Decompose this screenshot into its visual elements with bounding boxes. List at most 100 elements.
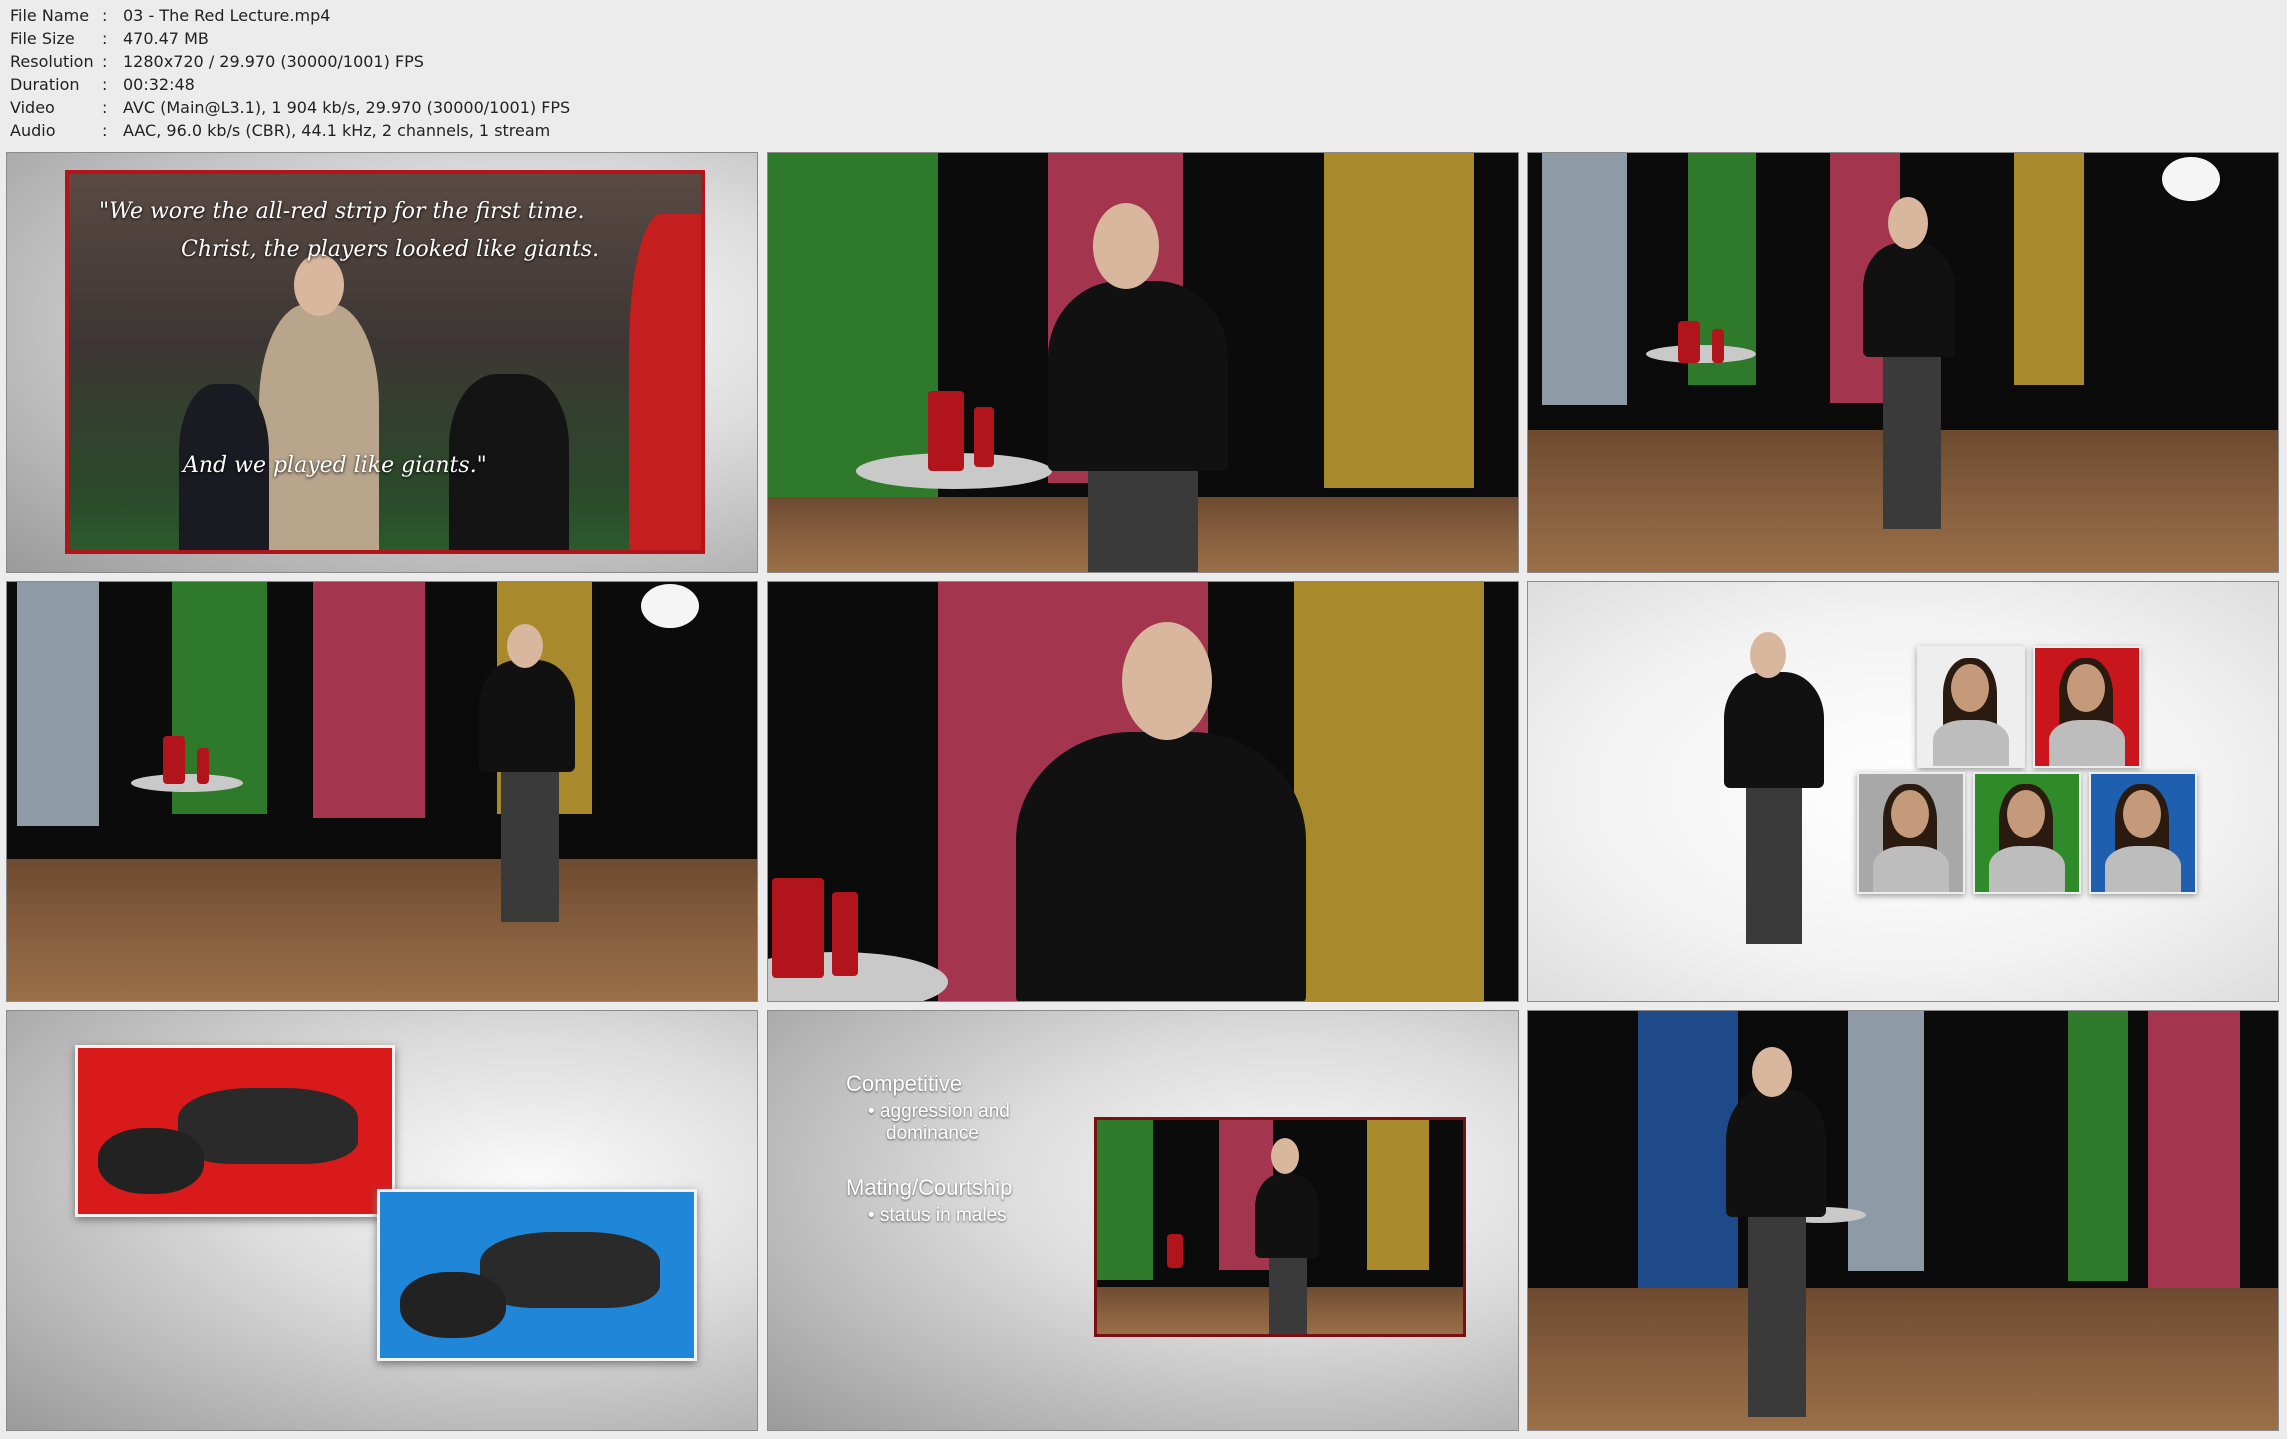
file-name-label: File Name <box>10 6 90 25</box>
duration-label: Duration <box>10 75 80 94</box>
speaker-torso <box>1016 732 1306 1001</box>
woman-photo-green <box>1973 772 2081 894</box>
separator: : <box>102 98 108 117</box>
console-body <box>480 1232 660 1308</box>
heading-mating: Mating/Courtship <box>846 1175 1013 1200</box>
thumbnail-9[interactable] <box>1527 1010 2279 1431</box>
file-info-block: File Name:03 - The Red Lecture.mp4 File … <box>10 4 570 142</box>
audio-label: Audio <box>10 121 56 140</box>
resolution-value: 1280x720 / 29.970 (30000/1001) FPS <box>123 52 424 71</box>
heading-competitive: Competitive <box>846 1071 963 1096</box>
resolution-row: Resolution:1280x720 / 29.970 (30000/1001… <box>10 50 570 73</box>
gold-panel <box>1367 1120 1429 1270</box>
gamepad <box>400 1272 506 1338</box>
speaker-torso <box>1048 281 1228 471</box>
side-table <box>1646 345 1756 363</box>
audio-row: Audio: AAC, 96.0 kb/s (CBR), 44.1 kHz, 2 … <box>10 119 570 142</box>
stage-floor <box>1528 1287 2278 1430</box>
speaker-torso <box>1724 672 1824 788</box>
red-vase <box>163 736 185 784</box>
duration-value: 00:32:48 <box>123 75 195 94</box>
green-panel <box>2068 1011 2128 1281</box>
thumbnail-8[interactable]: Competitive • aggression and dominance M… <box>767 1010 1519 1431</box>
speaker-torso <box>1863 243 1955 357</box>
manager-figure <box>259 304 379 550</box>
speaker-legs <box>1746 788 1802 944</box>
speaker-torso <box>479 660 575 772</box>
file-name-value: 03 - The Red Lecture.mp4 <box>123 6 331 25</box>
bullet-aggression-cont: dominance <box>886 1123 979 1144</box>
red-bottle <box>974 407 994 467</box>
speaker-head <box>1093 203 1159 289</box>
audio-value: AAC, 96.0 kb/s (CBR), 44.1 kHz, 2 channe… <box>123 121 551 140</box>
speaker-legs <box>1088 471 1198 572</box>
file-size-row: File Size:470.47 MB <box>10 27 570 50</box>
photo-frame <box>65 170 705 554</box>
thumbnail-1[interactable]: "We wore the all-red strip for the first… <box>6 152 758 573</box>
woman-photo-blue <box>2089 772 2197 894</box>
video-row: Video: AVC (Main@L3.1), 1 904 kb/s, 29.97… <box>10 96 570 119</box>
speaker-legs <box>1883 357 1941 529</box>
side-table <box>131 774 243 792</box>
inset-video-frame <box>1094 1117 1466 1337</box>
thumbnail-4[interactable] <box>6 581 758 1002</box>
console-card-red <box>75 1045 395 1217</box>
thumbnail-3[interactable] <box>1527 152 2279 573</box>
file-size-label: File Size <box>10 29 75 48</box>
separator: : <box>102 29 108 48</box>
gray-panel <box>17 582 99 826</box>
thumbnail-6[interactable] <box>1527 581 2279 1002</box>
thumbnail-5[interactable] <box>767 581 1519 1002</box>
red-player-figure <box>629 214 701 550</box>
console-card-blue <box>377 1189 697 1361</box>
separator: : <box>102 52 108 71</box>
gamepad <box>98 1128 204 1194</box>
speaker-torso <box>1726 1089 1826 1217</box>
bullet-status: • status in males <box>868 1205 1007 1226</box>
video-label: Video <box>10 98 55 117</box>
pink-panel <box>313 582 425 818</box>
resolution-label: Resolution <box>10 52 94 71</box>
speaker-legs <box>1269 1258 1307 1334</box>
gold-panel <box>2014 153 2084 385</box>
woman-photo-white <box>1917 646 2025 768</box>
red-vase <box>772 878 824 978</box>
red-vase <box>928 391 964 471</box>
duration-row: Duration:00:32:48 <box>10 73 570 96</box>
bullet-aggression: • aggression and <box>868 1101 1010 1122</box>
speaker-head <box>1752 1047 1792 1097</box>
file-size-value: 470.47 MB <box>123 29 209 48</box>
blue-panel <box>1638 1011 1738 1311</box>
speaker-head <box>507 624 543 668</box>
red-bottle <box>1712 329 1724 363</box>
gold-panel <box>1294 582 1484 1001</box>
console-body <box>178 1088 358 1164</box>
speaker-legs <box>1748 1217 1806 1417</box>
speaker-legs <box>501 772 559 922</box>
woman-photo-red <box>2033 646 2141 768</box>
quote-line-1: "We wore the all-red strip for the first… <box>99 199 585 224</box>
video-value: AVC (Main@L3.1), 1 904 kb/s, 29.970 (300… <box>123 98 571 117</box>
thumbnail-2[interactable] <box>767 152 1519 573</box>
red-vase <box>1167 1234 1183 1268</box>
gold-panel <box>1324 153 1474 488</box>
quote-line-2: Christ, the players looked like giants. <box>181 237 600 262</box>
red-vase <box>1678 321 1700 363</box>
logo-cloud <box>2162 157 2220 201</box>
speaker-head <box>1750 632 1786 678</box>
stage-floor <box>7 858 757 1001</box>
speaker-head <box>1888 197 1928 249</box>
green-panel <box>1097 1120 1153 1280</box>
separator: : <box>102 75 108 94</box>
speaker-head <box>1122 622 1212 740</box>
thumbnail-7[interactable] <box>6 1010 758 1431</box>
speaker-torso <box>1255 1174 1319 1258</box>
separator: : <box>102 6 108 25</box>
red-bottle <box>832 892 858 976</box>
logo-cloud <box>641 584 699 628</box>
gray-panel <box>1542 153 1627 405</box>
red-bottle <box>197 748 209 784</box>
gray-panel <box>1848 1011 1924 1271</box>
separator: : <box>102 121 108 140</box>
quote-line-3: And we played like giants." <box>183 453 487 478</box>
